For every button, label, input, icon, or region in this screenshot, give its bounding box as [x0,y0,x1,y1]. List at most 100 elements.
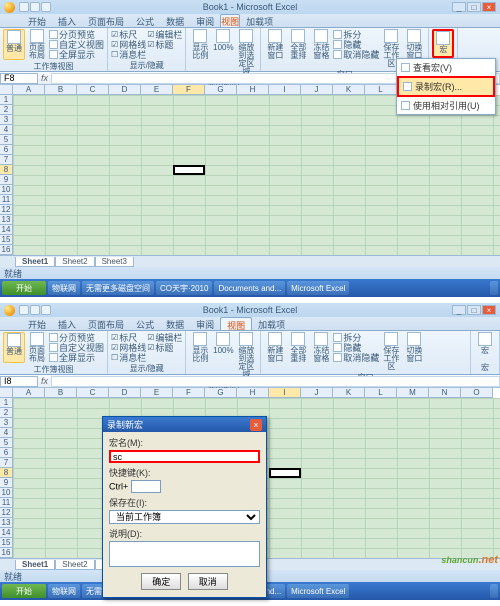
sheet-tab-1[interactable]: Sheet1 [15,257,55,267]
active-cell[interactable] [269,468,301,478]
col-header[interactable]: L [365,388,397,398]
qat-save-icon[interactable] [19,2,29,12]
active-cell[interactable] [173,165,205,175]
row-header[interactable]: 3 [0,418,13,428]
col-header[interactable]: B [45,388,77,398]
maximize-button[interactable]: □ [467,2,481,12]
normal-view-button[interactable]: 普通 [3,29,25,60]
system-tray[interactable] [490,584,498,598]
new-window-button[interactable]: 新建窗口 [264,29,286,68]
freeze-panes-button[interactable]: 冻结窗格 [310,332,332,371]
row-header[interactable]: 10 [0,185,13,195]
sheet-tab-3[interactable]: Sheet3 [95,257,134,267]
office-button[interactable] [4,305,15,316]
tab-view[interactable]: 视图 [220,317,252,330]
row-header[interactable]: 10 [0,488,13,498]
col-header[interactable]: N [429,388,461,398]
qat-undo-icon[interactable] [30,305,40,315]
row-header[interactable]: 14 [0,225,13,235]
taskbar-item[interactable]: CO天宇·2010 [156,281,212,295]
taskbar-item[interactable]: Microsoft Excel [287,281,349,295]
tab-formulas[interactable]: 公式 [130,14,160,27]
view-macros-item[interactable]: 查看宏(V) [397,59,495,76]
row-header[interactable]: 7 [0,458,13,468]
row-header[interactable]: 11 [0,195,13,205]
row-header[interactable]: 5 [0,135,13,145]
row-header[interactable]: 6 [0,448,13,458]
sheet-tab-1[interactable]: Sheet1 [15,560,55,570]
col-header[interactable]: E [141,388,173,398]
unhide-button[interactable]: 取消隐藏 [333,352,379,362]
col-header[interactable]: E [141,85,173,95]
col-header[interactable]: D [109,85,141,95]
row-header[interactable]: 15 [0,538,13,548]
row-header[interactable]: 12 [0,205,13,215]
zoom-100-button[interactable]: 100% [212,332,234,379]
col-header[interactable]: C [77,388,109,398]
col-header[interactable]: I [269,85,301,95]
col-header[interactable]: J [301,388,333,398]
col-header[interactable]: K [333,85,365,95]
col-header[interactable]: G [205,85,237,95]
save-workspace-button[interactable]: 保存工作区 [380,332,402,371]
taskbar-item[interactable]: Documents and... [214,281,285,295]
tab-data[interactable]: 数据 [160,317,190,330]
start-button[interactable]: 开始 [2,584,46,598]
tab-insert[interactable]: 插入 [52,14,82,27]
col-header[interactable]: L [365,85,397,95]
freeze-panes-button[interactable]: 冻结窗格 [310,29,332,68]
col-header[interactable]: I [269,388,301,398]
row-header[interactable]: 4 [0,125,13,135]
row-header[interactable]: 5 [0,438,13,448]
fx-button[interactable]: fx [38,376,51,386]
row-header[interactable]: 16 [0,245,13,255]
minimize-button[interactable]: _ [452,305,466,315]
cancel-button[interactable]: 取消 [188,573,228,590]
switch-windows-button[interactable]: 切换窗口 [403,332,425,371]
col-header[interactable]: H [237,85,269,95]
row-header[interactable]: 1 [0,95,13,105]
dialog-close-button[interactable]: × [250,419,262,431]
zoom-selection-button[interactable]: 缩放到选定区域 [235,332,257,379]
sheet-tab-2[interactable]: Sheet2 [55,560,94,570]
taskbar-item[interactable]: Microsoft Excel [287,584,349,598]
row-header[interactable]: 4 [0,428,13,438]
row-header[interactable]: 8 [0,468,13,478]
page-layout-button[interactable]: 页面布局 [26,29,48,60]
row-header[interactable]: 2 [0,105,13,115]
tab-review[interactable]: 审阅 [190,14,220,27]
macro-name-input[interactable] [109,450,260,463]
name-box[interactable]: I8 [0,376,38,387]
maximize-button[interactable]: □ [467,305,481,315]
dialog-titlebar[interactable]: 录制新宏 × [103,417,266,432]
arrange-all-button[interactable]: 全部重排 [287,29,309,68]
headings-check[interactable]: ☑标题 [147,342,182,352]
name-box[interactable]: F8 [0,73,38,84]
row-header[interactable]: 16 [0,548,13,558]
taskbar-item[interactable]: 物联网 [48,281,80,295]
formula-input[interactable] [51,376,500,387]
system-tray[interactable] [490,281,498,295]
fullscreen-button[interactable]: 全屏显示 [49,352,104,362]
cells-area[interactable] [13,95,500,255]
zoom-button[interactable]: 显示比例 [189,29,211,76]
col-header[interactable]: B [45,85,77,95]
tab-insert[interactable]: 插入 [52,317,82,330]
headings-check[interactable]: ☑标题 [147,39,182,49]
row-header[interactable]: 14 [0,528,13,538]
minimize-button[interactable]: _ [452,2,466,12]
arrange-all-button[interactable]: 全部重排 [287,332,309,371]
qat-save-icon[interactable] [19,305,29,315]
row-header[interactable]: 11 [0,498,13,508]
new-window-button[interactable]: 新建窗口 [264,332,286,371]
msgbar-check[interactable]: ☐消息栏 [111,352,146,362]
office-button[interactable] [4,2,15,13]
select-all-corner[interactable] [0,388,13,398]
tab-addins[interactable]: 加载项 [252,317,291,330]
tab-layout[interactable]: 页面布局 [82,317,130,330]
normal-view-button[interactable]: 普通 [3,332,25,363]
row-header[interactable]: 13 [0,215,13,225]
row-header[interactable]: 8 [0,165,13,175]
col-header[interactable]: F [173,388,205,398]
col-header[interactable]: D [109,388,141,398]
